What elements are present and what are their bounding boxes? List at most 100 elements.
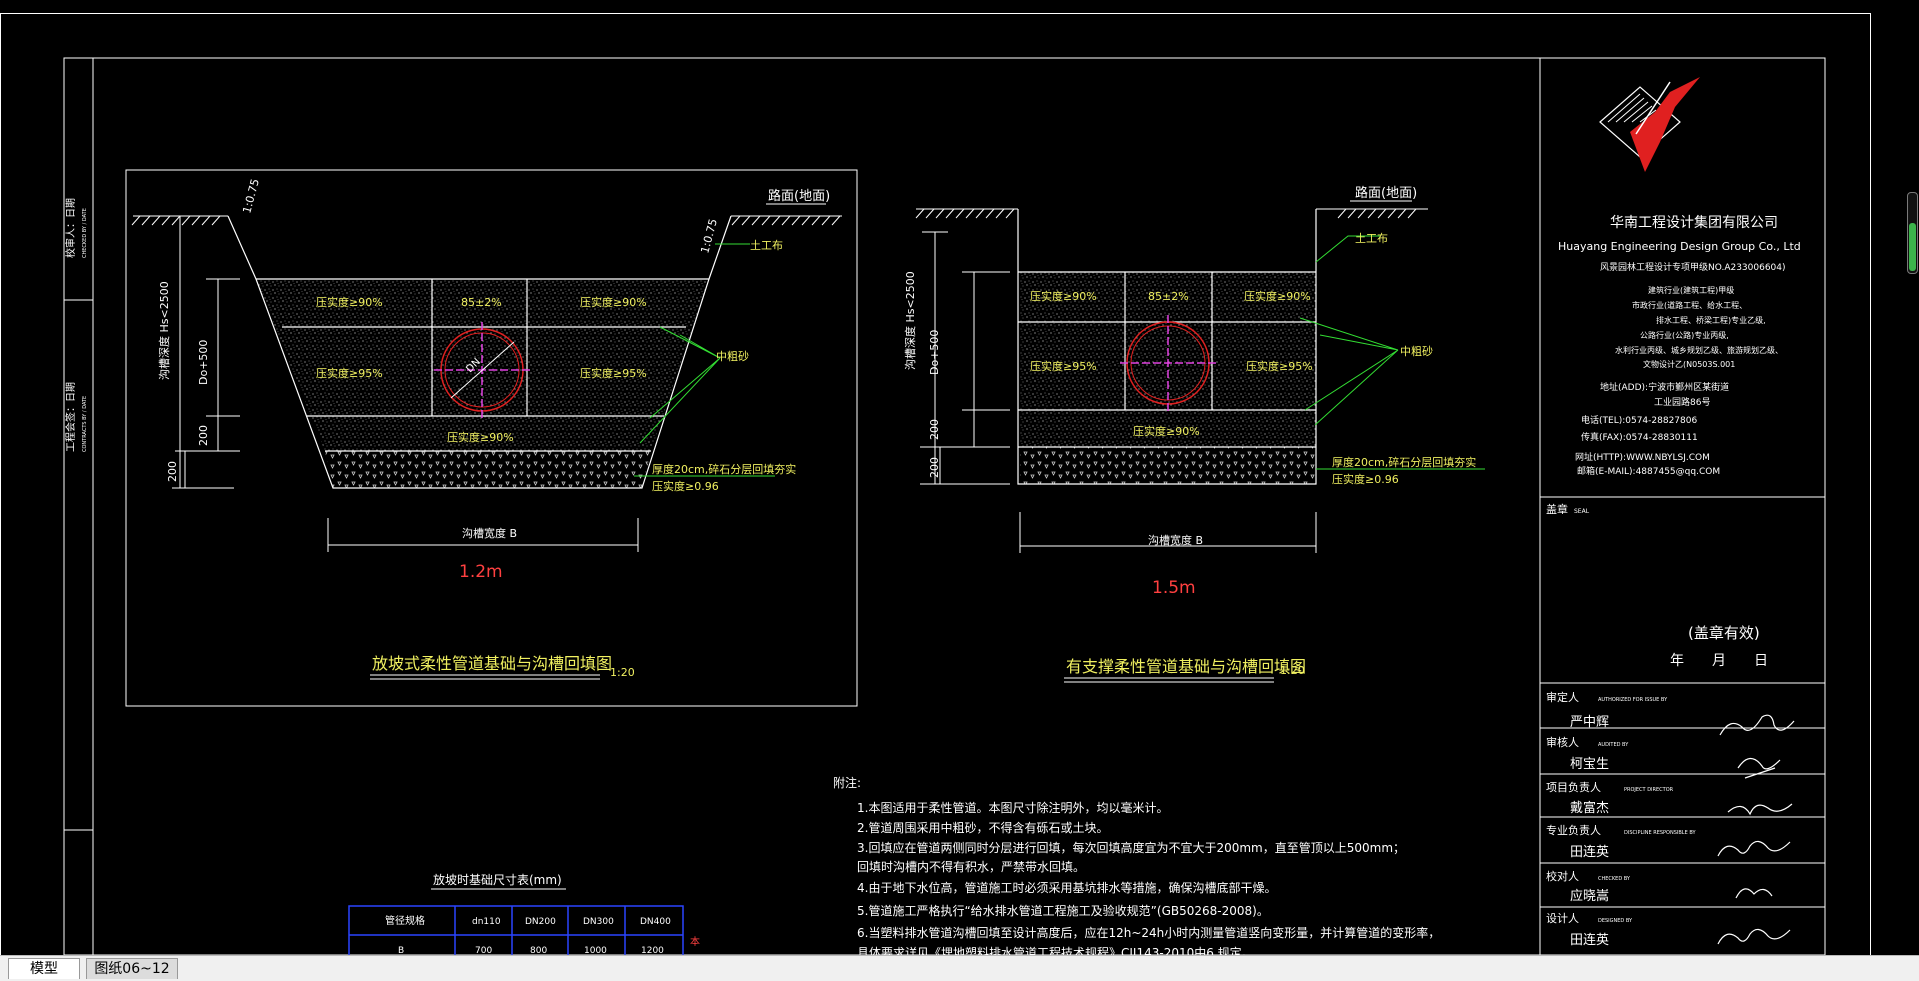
dim-do-label: Do+500 xyxy=(197,340,210,385)
qual-line-3: 排水工程、桥梁工程)专业乙级, xyxy=(1656,315,1766,325)
qual-line-6: 文物设计乙(N0503S.001 xyxy=(1643,359,1735,369)
company-web: 网址(HTTP):WWW.NBYLSJ.COM xyxy=(1575,451,1710,463)
approver-role-en-5: CHECKED BY xyxy=(1598,876,1631,882)
approver-name-1: 严中辉 xyxy=(1570,715,1609,730)
company-fax: 传真(FAX):0574-28830111 xyxy=(1581,431,1698,443)
drawing-title-2: 有支撑柔性管道基础与沟槽回填图 xyxy=(1066,657,1306,676)
drawing-braced-trench: 路面(地面) 土工布 沟槽深度 Hs<2500 Do+500 200 200 压… xyxy=(903,185,1485,683)
width-label-2: 沟槽宽度 B xyxy=(1148,533,1203,547)
company-logo xyxy=(1599,77,1700,182)
approver-role-6: 设计人 xyxy=(1546,912,1579,925)
ground-label: 路面(地面) xyxy=(768,188,830,204)
approver-role-3: 项目负责人 xyxy=(1546,780,1601,794)
note-line-7: 6.当塑料排水管道沟槽回填至设计高度后，应在12h~24h小时内测量管道竖向变形… xyxy=(857,925,1440,940)
approver-role-5: 校对人 xyxy=(1546,869,1579,883)
approver-role-4: 专业负责人 xyxy=(1546,823,1601,837)
compact-90-right-2: 压实度≥90% xyxy=(1244,289,1311,303)
compact-85: 85±2% xyxy=(461,296,502,309)
compact-90-right: 压实度≥90% xyxy=(580,295,647,309)
gravel-compact-2: 压实度≥0.96 xyxy=(1332,472,1399,486)
approver-role-en-1: AUTHORIZED FOR ISSUE BY xyxy=(1598,697,1668,703)
sand-label-2: 中粗砂 xyxy=(1400,345,1433,358)
layout-tab-bar: 模型 图纸06~12 xyxy=(0,955,1919,981)
approver-role-en-4: DISCIPLINE RESPONSIBLE BY xyxy=(1624,830,1696,836)
geotextile-label: 土工布 xyxy=(750,239,783,252)
compact-95-right-2: 压实度≥95% xyxy=(1246,359,1313,373)
compact-90-bottom-2: 压实度≥90% xyxy=(1133,424,1200,438)
tab-layout-sheet[interactable]: 图纸06~12 xyxy=(86,958,178,979)
note-line-5: 4.由于地下水位高，管道施工时必须采用基坑排水等措施，确保沟槽底部干燥。 xyxy=(857,880,1276,895)
table-title: 放坡时基础尺寸表(mm) xyxy=(433,872,562,887)
approver-name-2: 柯宝生 xyxy=(1570,757,1609,772)
seal-label: 盖章 xyxy=(1546,502,1568,516)
drawing-scale: 1:20 xyxy=(610,666,635,679)
seal-valid: (盖章有效) xyxy=(1688,624,1760,642)
tab-model[interactable]: 模型 xyxy=(8,958,80,979)
width-value: 1.2m xyxy=(459,562,503,582)
seal-label-en: SEAL xyxy=(1574,508,1590,515)
company-address-2: 工业园路86号 xyxy=(1654,396,1710,408)
approver-name-6: 田连英 xyxy=(1570,932,1609,948)
approver-role-en-6: DESIGNED BY xyxy=(1598,918,1633,924)
approver-role-1: 审定人 xyxy=(1546,690,1579,704)
compact-95-left-2: 压实度≥95% xyxy=(1030,359,1097,373)
compact-90-left-2: 压实度≥90% xyxy=(1030,289,1097,303)
seal-date: 年 月 日 xyxy=(1670,653,1768,669)
notes-heading: 附注: xyxy=(833,775,861,790)
qual-line-2: 市政行业(道路工程、给水工程、 xyxy=(1632,300,1747,310)
compact-95-left: 压实度≥95% xyxy=(316,366,383,380)
slope-left-label: 1:0.75 xyxy=(240,177,262,214)
drawing-sloped-trench: 路面(地面) 1:0.75 1:0.75 土工布 沟槽深度 Hs<2500 Do… xyxy=(125,169,858,707)
dim-200b-label: 200 xyxy=(166,461,179,482)
compact-85-2: 85±2% xyxy=(1148,290,1189,303)
table-header-dn300: DN300 xyxy=(583,917,614,927)
dim-200a-label: 200 xyxy=(197,425,210,446)
width-label: 沟槽宽度 B xyxy=(462,526,517,540)
sand-label: 中粗砂 xyxy=(716,350,749,363)
qual-line-4: 公路行业(公路)专业丙级, xyxy=(1640,330,1729,340)
drawing-title: 放坡式柔性管道基础与沟槽回填图 xyxy=(372,654,612,673)
gravel-layer-2 xyxy=(1020,447,1316,484)
company-tel: 电话(TEL):0574-28827806 xyxy=(1581,414,1697,426)
compact-90-left: 压实度≥90% xyxy=(316,295,383,309)
qual-line-1: 建筑行业(建筑工程)甲级 xyxy=(1648,285,1734,295)
depth-label-2: 沟槽深度 Hs<2500 xyxy=(903,271,917,370)
strip-checked-en: CHECKED BY / DATE xyxy=(82,208,88,258)
notes-block: 附注: 1.本图适用于柔性管道。本图尺寸除注明外，均以毫米计。 2.管道周围采用… xyxy=(833,775,1440,960)
geotextile-label-2: 土工布 xyxy=(1355,232,1388,245)
drawing-scale-2: 1:20 xyxy=(1280,664,1305,677)
table-header-dn200: DN200 xyxy=(525,917,556,927)
table-header-dn110: dn110 xyxy=(472,917,501,927)
company-name-cn: 华南工程设计集团有限公司 xyxy=(1610,214,1778,231)
ground-lines xyxy=(131,215,842,226)
approver-name-5: 应晓嵩 xyxy=(1570,888,1609,904)
note-line-1: 1.本图适用于柔性管道。本图尺寸除注明外，均以毫米计。 xyxy=(857,800,1168,815)
dim-do-label-2: Do+500 xyxy=(928,330,941,375)
approver-role-2: 审核人 xyxy=(1546,735,1579,749)
approver-name-3: 戴富杰 xyxy=(1570,800,1609,816)
sheet-frame xyxy=(0,13,1871,959)
depth-label: 沟槽深度 Hs<2500 xyxy=(157,281,171,380)
cad-drawing-canvas[interactable]: 校审人：日期 CHECKED BY / DATE 工程会签：日期 CONTRAC… xyxy=(0,0,1919,980)
compact-90-bottom: 压实度≥90% xyxy=(447,430,514,444)
gravel-note-2: 厚度20cm,碎石分层回填夯实 xyxy=(1332,455,1476,469)
ground-lines-2 xyxy=(915,208,1428,219)
company-address-1: 地址(ADD):宁波市鄞州区某街道 xyxy=(1600,381,1729,393)
approver-role-en-2: AUDITED BY xyxy=(1598,742,1629,748)
company-cert: 风景园林工程设计专项甲级NO.A233006604) xyxy=(1600,261,1786,273)
note-line-2: 2.管道周围采用中粗砂，不得含有砾石或土块。 xyxy=(857,820,1108,835)
ground-label-2: 路面(地面) xyxy=(1355,185,1417,201)
approver-name-4: 田连英 xyxy=(1570,844,1609,860)
gravel-compact: 压实度≥0.96 xyxy=(652,479,719,493)
signatures xyxy=(1717,714,1795,945)
table-side-mark: 本 xyxy=(690,935,700,948)
table-header-spec: 管径规格 xyxy=(385,914,425,927)
note-line-3: 3.回填应在管道两侧同时分层进行回填，每次回填高度宜为不宜大于200mm，直至管… xyxy=(857,840,1405,855)
foundation-size-table: 放坡时基础尺寸表(mm) 管径规格 dn110 DN200 DN300 DN40… xyxy=(348,872,700,957)
navigation-scroll-indicator[interactable] xyxy=(1907,192,1918,274)
approver-role-en-3: PROJECT DIRECTOR xyxy=(1624,787,1674,793)
left-strip: 校审人：日期 CHECKED BY / DATE 工程会签：日期 CONTRAC… xyxy=(64,198,88,452)
compact-95-right: 压实度≥95% xyxy=(580,366,647,380)
gravel-layer xyxy=(325,451,651,488)
leader-lines-2 xyxy=(1299,235,1485,470)
